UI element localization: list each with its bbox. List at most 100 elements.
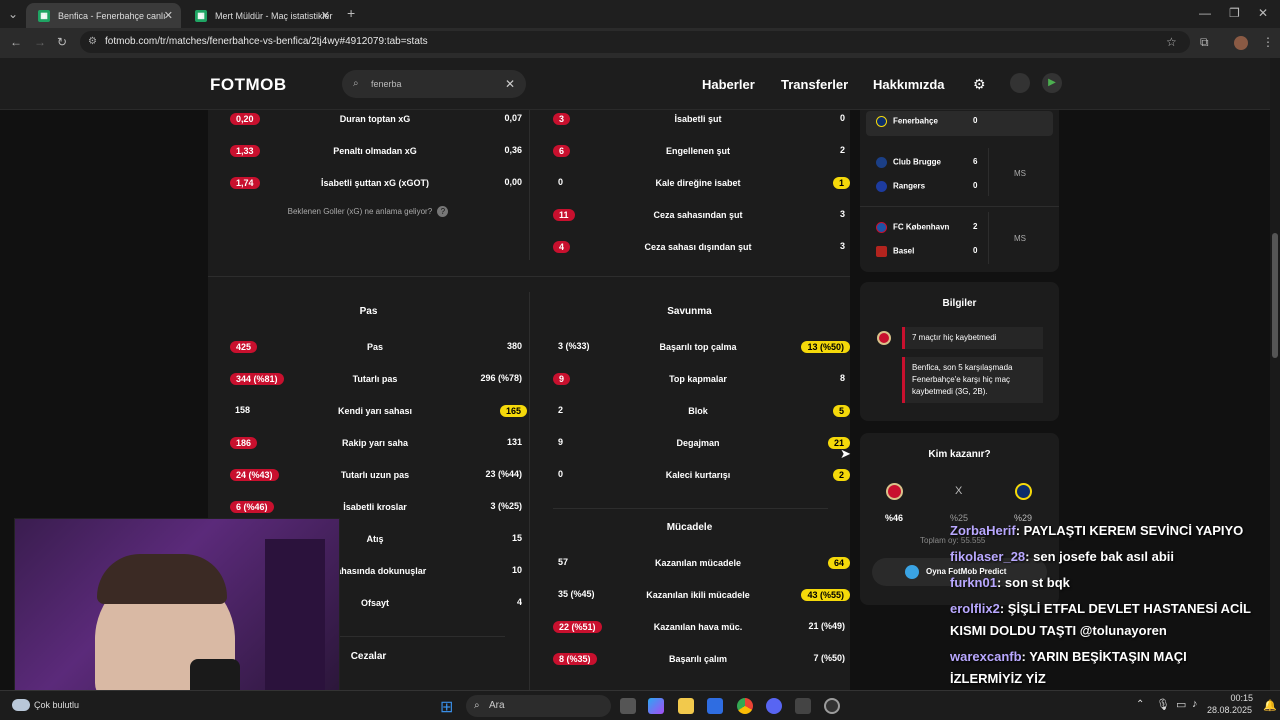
shot-stat-row: 0 Kale direğine isabet 1	[553, 177, 850, 193]
mucadele-stat-row: 57 Kazanılan mücadele 64	[553, 557, 850, 573]
tray-expand-icon[interactable]: ⌃	[1136, 699, 1144, 710]
clock-time[interactable]: 00:15	[1215, 693, 1253, 703]
app-icon[interactable]	[795, 698, 811, 714]
home-value: 186	[230, 437, 258, 449]
clock-date[interactable]: 28.08.2025	[1207, 705, 1252, 715]
divider	[860, 206, 1059, 207]
streamer-webcam	[14, 518, 340, 702]
reload-icon[interactable]: ↻	[57, 35, 67, 49]
weather-text[interactable]: Çok bulutlu	[34, 700, 79, 710]
home-value: 425	[230, 341, 258, 353]
notification-icon[interactable]: 🔔	[1263, 699, 1277, 712]
tab-benfica[interactable]: ▦ Benfica - Fenerbahçe canlı skor ✕	[26, 3, 181, 28]
clear-search-icon[interactable]: ✕	[505, 70, 515, 98]
profile-avatar[interactable]	[1234, 36, 1248, 50]
pas-stat-row: 158 Kendi yarı sahası 165	[230, 405, 527, 421]
fenerbahce-crest-icon	[876, 116, 887, 127]
microphone-tray-icon[interactable]: 🎙	[1156, 698, 1170, 711]
stat-label: Pas	[366, 342, 383, 352]
weather-cloud-icon[interactable]	[12, 699, 30, 711]
chat-text: : son st bqk	[996, 575, 1070, 590]
home-value: 1,74	[230, 177, 260, 189]
away-value: 5	[832, 405, 850, 417]
stat-label: İsabetli kroslar	[343, 502, 407, 512]
network-icon[interactable]: ▭	[1176, 698, 1186, 711]
away-value: 380	[506, 341, 522, 351]
menu-icon[interactable]: ⋮	[1262, 35, 1274, 49]
xg-info-link[interactable]: Beklenen Goller (xG) ne anlama geliyor? …	[283, 206, 453, 217]
forward-icon[interactable]: →	[34, 35, 46, 49]
away-value: 296 (%78)	[480, 373, 522, 383]
away-value: 3	[839, 209, 845, 219]
info-fact: Benfica, son 5 karşılaşmada Fenerbahçe'e…	[902, 357, 1043, 403]
rangers-crest-icon	[876, 181, 887, 192]
fenerbahce-vote-button[interactable]	[1015, 483, 1032, 500]
bilgiler-card: Bilgiler 7 maçtır hiç kaybetmedi Benfica…	[860, 282, 1059, 421]
match-score: 2	[973, 222, 978, 231]
new-tab-icon[interactable]: +	[347, 5, 355, 21]
chat-message: ZorbaHerif: PAYLAŞTI KEREM SEVİNCİ YAPIY…	[950, 523, 1243, 538]
chrome-icon[interactable]	[737, 698, 753, 714]
benfica-vote-button[interactable]	[886, 483, 903, 500]
scrollbar-thumb[interactable]	[1272, 233, 1278, 358]
xg-stat-row: 0,20 Duran toptan xG 0,07	[230, 113, 527, 129]
home-value: 1,33	[230, 145, 260, 157]
stat-label: Kaleci kurtarışı	[665, 470, 731, 480]
nav-transferler[interactable]: Transferler	[781, 77, 848, 92]
minimize-icon[interactable]: —	[1199, 6, 1211, 20]
bookmark-star-icon[interactable]: ☆	[1166, 35, 1177, 49]
discord-icon[interactable]	[766, 698, 782, 714]
home-value: 9	[553, 373, 571, 385]
chat-username: furkn01	[950, 575, 997, 590]
home-value: 2	[558, 405, 564, 415]
search-input[interactable]: ⌕ fenerba ✕	[342, 70, 526, 98]
divider	[208, 276, 850, 277]
extensions-icon[interactable]: ⧉	[1200, 35, 1209, 50]
windows-start-icon[interactable]: ⊞	[440, 697, 453, 717]
steam-icon[interactable]	[824, 698, 840, 714]
kim-kazanir-title: Kim kazanır?	[928, 449, 991, 460]
google-play-icon[interactable]: ▶	[1042, 73, 1062, 93]
page-scrollbar[interactable]	[1270, 58, 1280, 690]
stat-label: Kazanılan ikili mücadele	[646, 590, 750, 600]
site-info-icon[interactable]: ⚙	[88, 31, 97, 53]
sheets-icon: ▦	[38, 9, 50, 22]
savunma-stat-row: 9 Degajman 21	[553, 437, 850, 453]
divider	[529, 292, 530, 690]
fotmob-logo[interactable]: FOTMOB	[210, 75, 287, 95]
store-icon[interactable]	[707, 698, 723, 714]
away-value: 0	[839, 113, 845, 123]
home-value: 6 (%46)	[230, 501, 274, 513]
match-team: Club Brugge	[876, 157, 941, 168]
away-value: 0,00	[504, 177, 522, 187]
draw-vote-button[interactable]: X	[955, 485, 962, 497]
task-view-icon[interactable]	[620, 698, 636, 714]
stat-label: Top kapmalar	[669, 374, 727, 384]
away-value: 15	[511, 533, 522, 543]
match-team: Basel	[876, 246, 914, 257]
savunma-stat-row: 9 Top kapmalar 8	[553, 373, 850, 389]
shot-stat-row: 11 Ceza sahasından şut 3	[553, 209, 850, 225]
close-tab-icon[interactable]: ✕	[164, 9, 173, 22]
tab-search-icon[interactable]: ⌄	[8, 7, 18, 21]
away-value: 43 (%55)	[801, 589, 850, 601]
restore-icon[interactable]: ❐	[1229, 6, 1240, 20]
taskbar-search-label: Ara	[489, 700, 505, 711]
close-tab-icon[interactable]: ✕	[321, 9, 330, 22]
tab-mert-muldur[interactable]: ▦ Mert Müldür - Maç istatistikleri ✕	[183, 3, 338, 28]
back-icon[interactable]: ←	[10, 35, 22, 49]
stat-label: Ceza sahasından şut	[653, 210, 743, 220]
copilot-icon[interactable]	[648, 698, 664, 714]
url-field[interactable]: ⚙ fotmob.com/tr/matches/fenerbahce-vs-be…	[80, 31, 1190, 53]
nav-hakkimizda[interactable]: Hakkımızda	[873, 77, 945, 92]
apple-app-icon[interactable]	[1010, 73, 1030, 93]
file-explorer-icon[interactable]	[678, 698, 694, 714]
chat-username: warexcanfb	[950, 649, 1022, 664]
settings-gear-icon[interactable]: ⚙	[973, 76, 986, 93]
close-window-icon[interactable]: ✕	[1258, 6, 1268, 20]
nav-haberler[interactable]: Haberler	[702, 77, 755, 92]
volume-icon[interactable]: ♪	[1192, 698, 1198, 710]
stat-label: İsabetli şut	[674, 114, 722, 124]
chat-username: ZorbaHerif	[950, 523, 1016, 538]
taskbar-search[interactable]: ⌕ Ara	[466, 695, 611, 717]
